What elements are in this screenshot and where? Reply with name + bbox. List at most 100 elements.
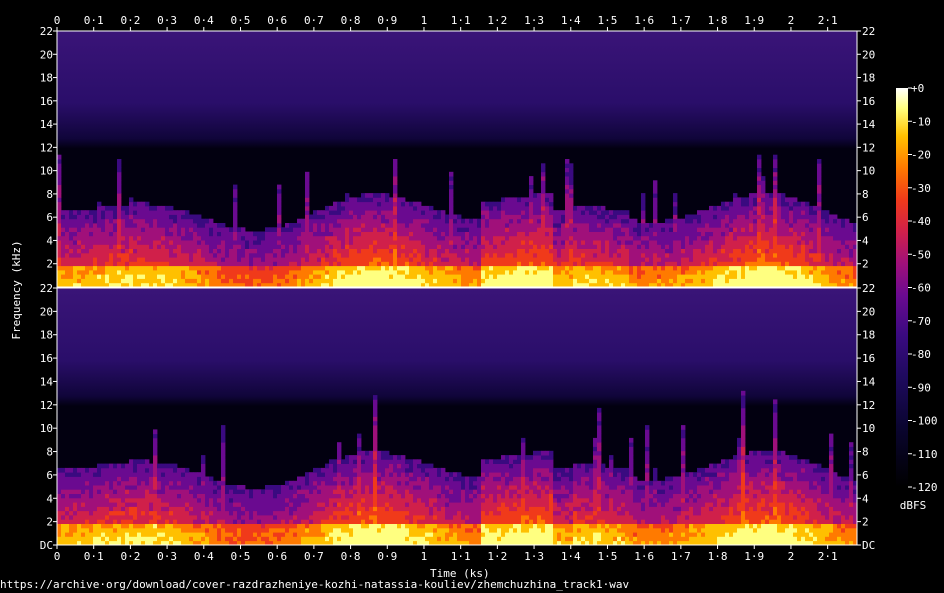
spectral-cell xyxy=(181,497,186,503)
spectral-cell xyxy=(405,252,410,258)
spectral-cell xyxy=(673,240,678,245)
spectral-cell xyxy=(149,244,154,249)
spectral-cell xyxy=(153,227,158,232)
spectral-cell xyxy=(161,214,166,220)
spectral-cell xyxy=(201,506,206,512)
spectral-cell xyxy=(313,527,318,533)
spectral-cell xyxy=(285,480,290,486)
spectral-cell xyxy=(817,252,822,258)
spectral-cell xyxy=(517,205,522,211)
spectral-cell xyxy=(125,476,130,482)
spectral-cell xyxy=(225,510,230,516)
spectral-cell xyxy=(317,476,322,482)
spectral-cell xyxy=(833,252,838,258)
spectral-cell xyxy=(829,274,834,279)
spectral-cell xyxy=(541,274,546,279)
spectral-cell xyxy=(297,231,302,237)
spectral-cell xyxy=(229,519,234,524)
spectral-cell xyxy=(261,506,266,512)
spectral-cell xyxy=(193,536,198,542)
spectral-cell xyxy=(253,519,258,524)
spectral-cell xyxy=(529,244,534,249)
spectral-cell xyxy=(125,463,130,469)
spectral-cell xyxy=(129,240,134,245)
spectral-cell xyxy=(645,244,650,249)
spectral-cell xyxy=(357,252,362,258)
spectral-cell xyxy=(293,274,298,279)
spectral-cell xyxy=(277,214,282,220)
spectral-cell xyxy=(421,235,426,241)
spectral-cell xyxy=(85,506,90,512)
spectral-cell xyxy=(421,265,426,271)
spectral-cell xyxy=(525,227,530,232)
spectral-cell xyxy=(677,261,682,267)
spectral-cell xyxy=(137,218,142,224)
spectral-cell xyxy=(613,227,618,232)
spectral-cell xyxy=(469,278,474,284)
spectral-cell xyxy=(89,485,94,490)
spectral-cell xyxy=(57,485,62,490)
spectral-cell xyxy=(465,231,470,237)
spectral-cell xyxy=(621,227,626,232)
spectral-cell xyxy=(581,269,586,275)
spectral-cell xyxy=(57,510,62,516)
spectral-cell xyxy=(313,261,318,267)
spectral-cell xyxy=(65,278,70,284)
spectral-cell xyxy=(213,532,218,537)
spectral-cell xyxy=(169,214,174,220)
spectral-cell xyxy=(489,231,494,237)
spectral-cell xyxy=(125,278,130,284)
spectral-cell xyxy=(101,476,106,482)
spectral-cell xyxy=(773,210,778,215)
spectral-cell xyxy=(597,227,602,232)
spectral-cell xyxy=(673,278,678,284)
spectral-cell xyxy=(849,240,854,245)
spectral-cell xyxy=(721,235,726,241)
spectral-cell xyxy=(833,248,838,254)
spectral-cell xyxy=(157,467,162,473)
spectral-cell xyxy=(321,493,326,499)
spectral-cell xyxy=(149,278,154,284)
spectral-cell xyxy=(597,252,602,258)
spectral-cell xyxy=(321,489,326,494)
spectral-cell xyxy=(749,231,754,237)
spectral-cell xyxy=(189,278,194,284)
spectral-cell xyxy=(445,265,450,271)
spectral-cell xyxy=(669,278,674,284)
spectral-cell xyxy=(237,527,242,533)
spectral-cell xyxy=(153,506,158,512)
spectral-cell xyxy=(109,527,114,533)
spectral-cell xyxy=(217,506,222,512)
spectral-cell xyxy=(821,210,826,215)
spectral-cell xyxy=(209,265,214,271)
spectral-cell xyxy=(229,257,234,262)
spectral-cell xyxy=(593,248,598,254)
spectral-cell xyxy=(781,235,786,241)
spectral-cell xyxy=(285,510,290,516)
spectral-cell xyxy=(281,244,286,249)
spectral-cell xyxy=(353,223,358,228)
spectral-cell xyxy=(313,240,318,245)
spectral-cell xyxy=(161,497,166,503)
spectral-cell xyxy=(69,257,74,262)
spectral-cell xyxy=(321,278,326,284)
spectral-cell xyxy=(265,523,270,529)
spectral-cell xyxy=(525,231,530,237)
spectral-cell xyxy=(573,278,578,284)
spectral-cell xyxy=(761,278,766,284)
spectral-cell xyxy=(237,274,242,279)
spectral-cell xyxy=(65,274,70,279)
spectral-cell xyxy=(465,274,470,279)
spectral-cell xyxy=(501,235,506,241)
spectral-cell xyxy=(241,265,246,271)
spectral-cell xyxy=(521,252,526,258)
spectral-cell xyxy=(97,257,102,262)
spectral-cell xyxy=(741,265,746,271)
spectral-cell xyxy=(549,252,554,258)
spectral-cell xyxy=(701,261,706,267)
spectral-cell xyxy=(457,214,462,220)
spectral-cell xyxy=(665,240,670,245)
spectral-cell xyxy=(385,210,390,215)
spectral-cell xyxy=(361,193,366,198)
spectral-cell xyxy=(489,201,494,207)
